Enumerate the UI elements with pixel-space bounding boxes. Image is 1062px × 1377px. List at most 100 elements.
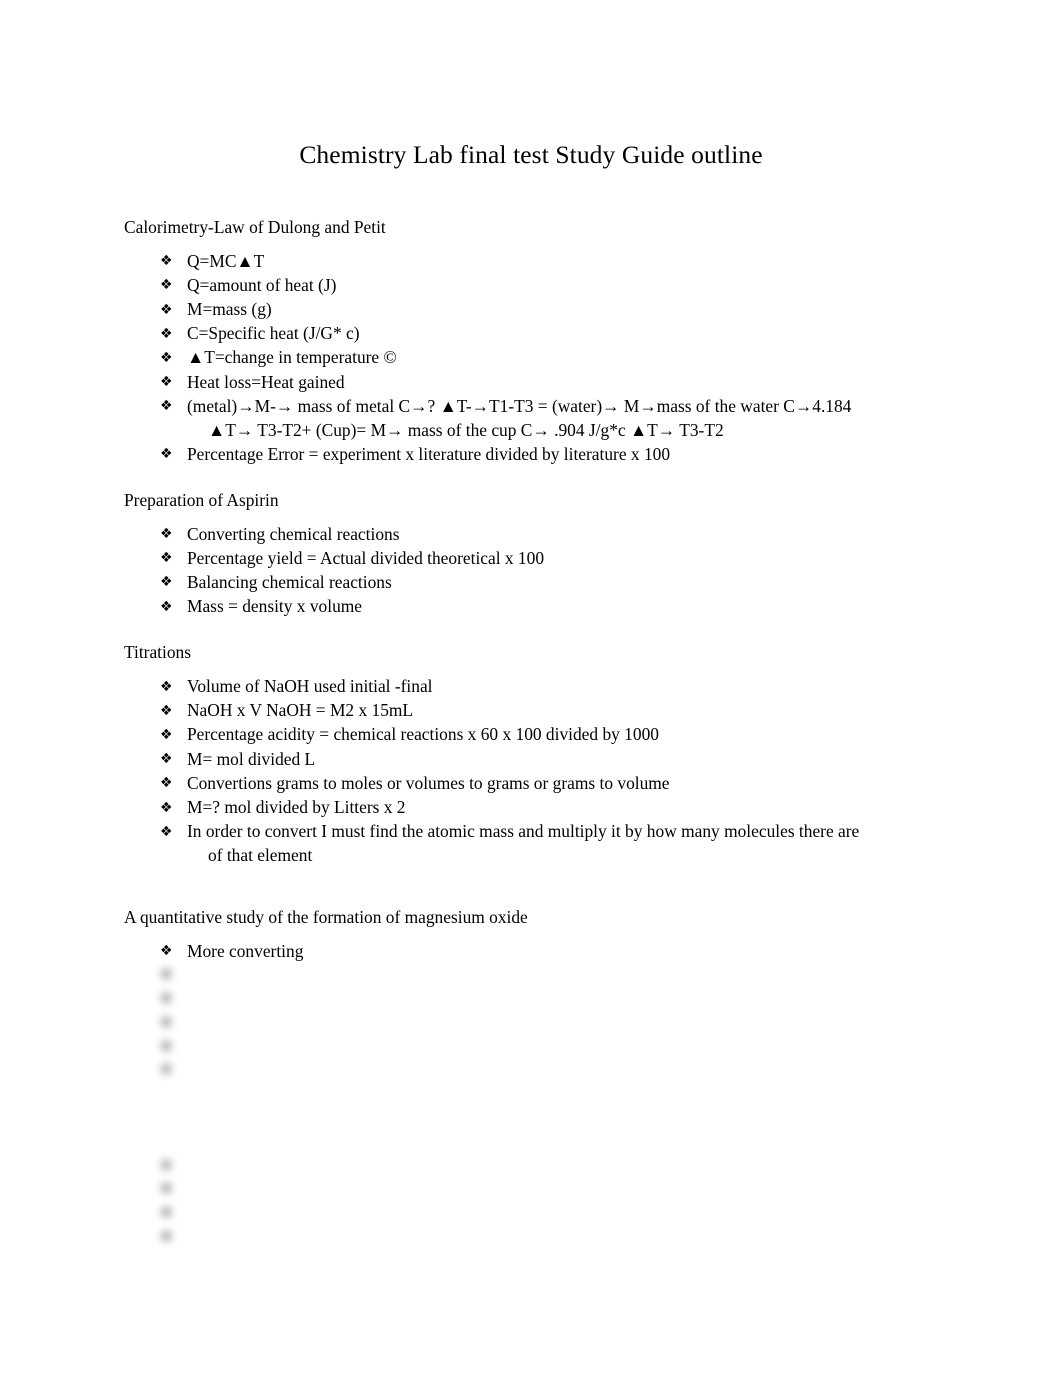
list-item: ❖ Convertions grams to moles or volumes … xyxy=(124,772,954,796)
diamond-bullet-icon: ❖ xyxy=(160,301,173,318)
diamond-bullet-icon: ❖ xyxy=(160,1157,173,1174)
diamond-bullet-icon: ❖ xyxy=(160,943,173,960)
diamond-bullet-icon: ❖ xyxy=(160,751,173,768)
section-heading: Titrations xyxy=(124,642,192,663)
list-item-text: Percentage Error = experiment x literatu… xyxy=(187,443,671,464)
list-item: ❖ Q=amount of heat (J) xyxy=(124,274,954,298)
diamond-bullet-icon: ❖ xyxy=(160,1062,173,1079)
list-item-text: (metal)→M-→ mass of metal C→? ▲T-→T1-T3 … xyxy=(187,395,852,416)
diamond-bullet-icon: ❖ xyxy=(160,1014,173,1031)
list-item-text: Percentage yield = Actual divided theore… xyxy=(187,547,545,568)
list-item: ❖ Percentage Error = experiment x litera… xyxy=(124,443,954,467)
list-item: ❖ More converting xyxy=(124,940,954,964)
bullet-list: ❖ Volume of NaOH used initial -final ❖ N… xyxy=(124,675,954,868)
page-title: Chemistry Lab final test Study Guide out… xyxy=(299,140,763,170)
diamond-bullet-icon: ❖ xyxy=(160,967,173,984)
diamond-bullet-icon: ❖ xyxy=(160,799,173,816)
list-item-text: Heat loss=Heat gained xyxy=(187,371,345,392)
diamond-bullet-icon: ❖ xyxy=(160,1181,173,1198)
list-item: ❖ M= mol divided L xyxy=(124,748,954,772)
obscured-line: ❖ xyxy=(124,1011,954,1035)
obscured-line: ❖ xyxy=(124,1059,954,1083)
diamond-bullet-icon: ❖ xyxy=(160,550,173,567)
obscured-content-block-two: ❖ ❖ ❖ ❖ xyxy=(124,1120,954,1248)
diamond-bullet-icon: ❖ xyxy=(160,349,173,366)
section-titrations: Titrations ❖ Volume of NaOH used initial… xyxy=(124,641,954,867)
list-item-text: More converting xyxy=(187,940,304,961)
diamond-bullet-icon: ❖ xyxy=(160,325,173,342)
list-item-text: Convertions grams to moles or volumes to… xyxy=(187,772,670,793)
list-item: ❖ Heat loss=Heat gained xyxy=(124,371,954,395)
list-item-text: M=? mol divided by Litters x 2 xyxy=(187,797,406,818)
obscured-line: ❖ xyxy=(124,1154,954,1178)
obscured-line: ❖ xyxy=(124,1035,954,1059)
section-heading: A quantitative study of the formation of… xyxy=(124,907,528,928)
list-item-text: Q=MC▲T xyxy=(187,250,265,271)
diamond-bullet-icon: ❖ xyxy=(160,446,173,463)
obscured-line: ❖ xyxy=(124,964,954,988)
diamond-bullet-icon: ❖ xyxy=(160,991,173,1008)
list-item: ❖ Mass = density x volume xyxy=(124,595,954,619)
list-item: ❖ NaOH x V NaOH = M2 x 15mL xyxy=(124,699,954,723)
obscured-line: ❖ xyxy=(124,1225,954,1249)
bullet-list: ❖ More converting xyxy=(124,940,954,964)
diamond-bullet-icon: ❖ xyxy=(160,374,173,391)
list-item: ❖ Percentage yield = Actual divided theo… xyxy=(124,547,954,571)
obscured-line: ❖ xyxy=(124,1202,954,1226)
diamond-bullet-icon: ❖ xyxy=(160,277,173,294)
list-item: ❖ Balancing chemical reactions xyxy=(124,571,954,595)
list-item-text: In order to convert I must find the atom… xyxy=(187,821,860,842)
obscured-content-block-one: ❖ ❖ ❖ ❖ ❖ xyxy=(124,964,954,1083)
section-calorimetry: Calorimetry-Law of Dulong and Petit ❖ Q=… xyxy=(124,216,954,466)
diamond-bullet-icon: ❖ xyxy=(160,398,173,415)
obscured-line: ❖ xyxy=(124,988,954,1012)
diamond-bullet-icon: ❖ xyxy=(160,823,173,840)
list-item: ❖ Q=MC▲T xyxy=(124,250,954,274)
diamond-bullet-icon: ❖ xyxy=(160,678,173,695)
list-item-text: M=mass (g) xyxy=(187,299,272,320)
section-heading: Preparation of Aspirin xyxy=(124,489,279,510)
list-item-text: NaOH x V NaOH = M2 x 15mL xyxy=(187,700,414,721)
diamond-bullet-icon: ❖ xyxy=(160,526,173,543)
list-item: ❖ Percentage acidity = chemical reaction… xyxy=(124,723,954,747)
list-item: ❖ Volume of NaOH used initial -final xyxy=(124,675,954,699)
obscured-line: ❖ xyxy=(124,1178,954,1202)
list-item-continuation: ▲T→ T3-T2+ (Cup)= M→ mass of the cup C→ … xyxy=(208,419,724,440)
list-item-text: Percentage acidity = chemical reactions … xyxy=(187,724,659,745)
diamond-bullet-icon: ❖ xyxy=(160,1038,173,1055)
list-item: ❖ (metal)→M-→ mass of metal C→? ▲T-→T1-T… xyxy=(124,395,954,442)
list-item: ❖ Converting chemical reactions xyxy=(124,523,954,547)
list-item: ❖ M=mass (g) xyxy=(124,298,954,322)
list-item-text: C=Specific heat (J/G* c) xyxy=(187,323,360,344)
diamond-bullet-icon: ❖ xyxy=(160,775,173,792)
document-page: Chemistry Lab final test Study Guide out… xyxy=(0,0,1062,1377)
list-item-text: M= mol divided L xyxy=(187,748,316,769)
diamond-bullet-icon: ❖ xyxy=(160,1228,173,1245)
diamond-bullet-icon: ❖ xyxy=(160,726,173,743)
diamond-bullet-icon: ❖ xyxy=(160,574,173,591)
list-item-text: ▲T=change in temperature © xyxy=(187,347,397,368)
bullet-list: ❖ Q=MC▲T ❖ Q=amount of heat (J) ❖ M=mass… xyxy=(124,250,954,467)
list-item: ❖ In order to convert I must find the at… xyxy=(124,820,954,867)
bullet-list: ❖ Converting chemical reactions ❖ Percen… xyxy=(124,523,954,619)
list-item-text: Volume of NaOH used initial -final xyxy=(187,676,433,697)
diamond-bullet-icon: ❖ xyxy=(160,253,173,270)
list-item: ❖ ▲T=change in temperature © xyxy=(124,346,954,370)
section-preparation-of-aspirin: Preparation of Aspirin ❖ Converting chem… xyxy=(124,489,954,619)
list-item: ❖ M=? mol divided by Litters x 2 xyxy=(124,796,954,820)
list-item-text: Converting chemical reactions xyxy=(187,523,400,544)
document-body: Calorimetry-Law of Dulong and Petit ❖ Q=… xyxy=(124,216,954,1249)
obscured-heading xyxy=(124,1120,954,1143)
section-magnesium-oxide: A quantitative study of the formation of… xyxy=(124,906,954,963)
list-item-text: Q=amount of heat (J) xyxy=(187,274,337,295)
diamond-bullet-icon: ❖ xyxy=(160,702,173,719)
diamond-bullet-icon: ❖ xyxy=(160,598,173,615)
section-heading: Calorimetry-Law of Dulong and Petit xyxy=(124,217,386,237)
list-item-continuation: of that element xyxy=(208,844,313,865)
diamond-bullet-icon: ❖ xyxy=(160,1205,173,1222)
list-item: ❖ C=Specific heat (J/G* c) xyxy=(124,322,954,346)
list-item-text: Mass = density x volume xyxy=(187,596,363,617)
